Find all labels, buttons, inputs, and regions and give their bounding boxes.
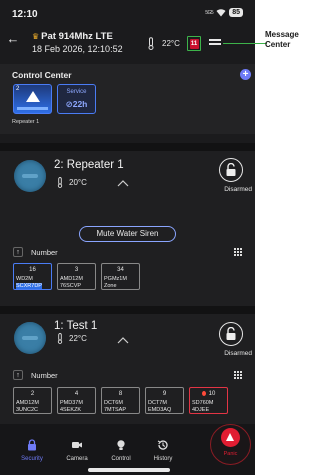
site-header: ← ♛ Pat 914Mhz LTE 18 Feb 2026, 12:10:52 … bbox=[0, 27, 255, 63]
panic-label: Panic bbox=[223, 451, 238, 457]
partition-avatar[interactable] bbox=[14, 160, 46, 192]
status-time: 12:10 bbox=[12, 9, 38, 20]
chevron-up-icon[interactable] bbox=[117, 179, 129, 187]
wifi-icon bbox=[216, 9, 226, 17]
home-indicator bbox=[88, 468, 170, 472]
zone-tile[interactable]: 4 PMD37M 4SEKZK bbox=[57, 387, 96, 414]
zone-number: 34 bbox=[117, 267, 124, 273]
zone-tile[interactable]: 34 PGMz1M Zone bbox=[101, 263, 140, 290]
arm-toggle-button[interactable] bbox=[219, 322, 243, 346]
partition-name: 2: Repeater 1 bbox=[54, 159, 124, 171]
nav-camera-label: Camera bbox=[66, 456, 88, 462]
header-temperature: 22°C bbox=[162, 39, 180, 48]
battery-icon: 85 bbox=[229, 8, 243, 17]
zone-number: 9 bbox=[162, 391, 167, 397]
control-center-title: Control Center bbox=[12, 70, 72, 80]
repeater-label: Repeater 1 bbox=[12, 119, 40, 125]
back-arrow-icon[interactable]: ← bbox=[6, 32, 20, 46]
partition-status: Disarmed bbox=[224, 350, 252, 357]
panic-button[interactable]: Panic bbox=[210, 424, 251, 465]
message-center-callout: Message Center bbox=[265, 30, 299, 49]
site-date: 18 Feb 2026, 12:10:52 bbox=[32, 44, 123, 54]
thermometer-icon bbox=[57, 177, 63, 188]
zone-label: PMD37M 4SEKZK bbox=[60, 400, 83, 413]
unlock-icon bbox=[226, 163, 236, 176]
zone-tile-alarm[interactable]: 10 SD760M 4DJEE bbox=[189, 387, 228, 414]
zone-label: AMD12M 76SCVP bbox=[60, 276, 83, 289]
sort-label[interactable]: Number bbox=[31, 371, 58, 380]
nav-control-label: Control bbox=[111, 456, 131, 462]
partition-card: 1: Test 1 22°C Disarmed ↑ Number 2 AMD12… bbox=[0, 306, 255, 424]
zone-tile[interactable]: 3 AMD12M 76SCVP bbox=[57, 263, 96, 290]
nav-security-label: Security bbox=[21, 456, 43, 462]
zone-number: 8 bbox=[118, 391, 123, 397]
fire-icon bbox=[201, 391, 206, 396]
service-tile[interactable]: Service ⊘22h bbox=[57, 84, 96, 114]
camera-icon bbox=[72, 442, 82, 448]
zone-number: 16 bbox=[29, 267, 36, 273]
partition-name: 1: Test 1 bbox=[54, 320, 98, 332]
repeater-icon bbox=[26, 91, 40, 102]
sort-up-icon[interactable]: ↑ bbox=[13, 370, 23, 380]
nav-history-label: History bbox=[153, 456, 173, 462]
zone-label: WD2M SCXR7DP bbox=[16, 276, 42, 289]
sort-label[interactable]: Number bbox=[31, 248, 58, 257]
site-name[interactable]: ♛ Pat 914Mhz LTE bbox=[32, 31, 113, 42]
nav-security[interactable]: Security bbox=[12, 439, 52, 462]
zone-number: 4 bbox=[74, 391, 79, 397]
history-icon bbox=[157, 440, 168, 450]
sort-up-icon[interactable]: ↑ bbox=[13, 247, 23, 257]
thermometer-icon bbox=[57, 333, 63, 344]
message-center-icon: 11 bbox=[189, 38, 199, 49]
site-name-label: Pat 914Mhz LTE bbox=[41, 31, 113, 42]
status-icons: 5G5 85 bbox=[205, 8, 243, 17]
zone-tile[interactable]: 2 AMD12M 3UNC2C bbox=[13, 387, 52, 414]
nav-history[interactable]: History bbox=[143, 439, 183, 462]
lock-icon bbox=[28, 439, 36, 451]
partition-card: 2: Repeater 1 20°C Disarmed Mute Water S… bbox=[0, 143, 255, 306]
zone-label: AMD12M 3UNC2C bbox=[16, 400, 39, 413]
zone-label: PGMz1M Zone bbox=[104, 276, 127, 289]
app-screen: 12:10 5G5 85 ← ♛ Pat 914Mhz LTE 18 Feb 20… bbox=[0, 0, 255, 475]
crown-icon: ♛ bbox=[32, 32, 40, 41]
control-center: Control Center + 2 Service ⊘22h Repeater… bbox=[0, 64, 255, 134]
chevron-up-icon[interactable] bbox=[117, 336, 129, 344]
repeater-tile-number: 2 bbox=[16, 86, 20, 92]
repeater-tile[interactable]: 2 bbox=[13, 84, 52, 114]
status-bar: 12:10 5G5 85 bbox=[0, 0, 255, 26]
grid-icon[interactable] bbox=[234, 371, 242, 379]
partition-status: Disarmed bbox=[224, 186, 252, 193]
message-center-button[interactable]: 11 bbox=[187, 36, 201, 51]
zone-number: 3 bbox=[74, 267, 79, 273]
partition-avatar[interactable] bbox=[14, 322, 46, 354]
zone-number: 10 bbox=[190, 391, 227, 398]
signal-icon: 5G5 bbox=[205, 9, 214, 16]
zone-label: SD760M 4DJEE bbox=[192, 400, 214, 413]
zone-label: DCT7M EMD3AQ bbox=[148, 400, 172, 413]
grid-icon[interactable] bbox=[234, 248, 242, 256]
menu-icon[interactable] bbox=[209, 39, 221, 47]
bulb-icon bbox=[117, 440, 125, 450]
zone-tile[interactable]: 9 DCT7M EMD3AQ bbox=[145, 387, 184, 414]
thermometer-icon bbox=[148, 37, 154, 50]
zone-tile[interactable]: 16 WD2M SCXR7DP bbox=[13, 263, 52, 290]
mute-water-siren-button[interactable]: Mute Water Siren bbox=[79, 226, 176, 242]
zone-label: DCT6M 7MTSAP bbox=[104, 400, 127, 413]
repeater-signal-bar bbox=[17, 107, 48, 110]
nav-control[interactable]: Control bbox=[101, 439, 141, 462]
service-value: ⊘22h bbox=[65, 99, 88, 109]
unlock-icon bbox=[226, 327, 236, 340]
callout-line bbox=[223, 43, 267, 45]
add-icon[interactable]: + bbox=[240, 69, 251, 80]
zone-number: 2 bbox=[30, 391, 35, 397]
arm-toggle-button[interactable] bbox=[219, 158, 243, 182]
service-label: Service bbox=[66, 89, 87, 95]
nav-camera[interactable]: Camera bbox=[57, 439, 97, 462]
panic-icon bbox=[221, 428, 240, 447]
partition-temperature: 20°C bbox=[69, 178, 87, 187]
partition-temperature: 22°C bbox=[69, 334, 87, 343]
zone-tile[interactable]: 8 DCT6M 7MTSAP bbox=[101, 387, 140, 414]
